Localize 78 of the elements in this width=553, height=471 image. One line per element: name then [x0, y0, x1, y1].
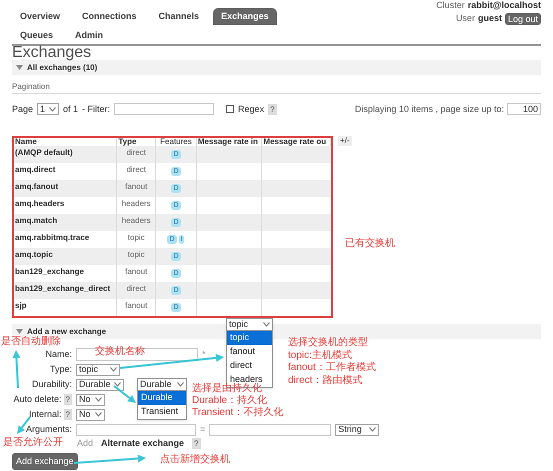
- dropdown-option[interactable]: Durable: [138, 391, 186, 405]
- displaying-text: Displaying 10 items , page size up to:: [354, 104, 504, 114]
- regex-label: Regex: [238, 104, 264, 114]
- field-label: Internal:: [29, 409, 62, 420]
- nav-tab[interactable]: Queues: [12, 27, 62, 44]
- annotation-text: Transient：不持久化: [192, 407, 284, 419]
- page-title: Exchanges: [12, 46, 92, 60]
- caret-icon: [95, 412, 102, 417]
- argument-value-field[interactable]: [209, 424, 332, 436]
- field-label: Arguments:: [26, 424, 72, 435]
- argument-key-field[interactable]: [76, 424, 196, 436]
- dropdown-option[interactable]: Transient: [138, 405, 186, 419]
- filter-label: - Filter:: [82, 104, 110, 114]
- annotation-arrow: [12, 350, 20, 388]
- filter-field[interactable]: [114, 103, 214, 115]
- help-button[interactable]: ?: [64, 394, 72, 405]
- required-mark: *: [202, 349, 206, 360]
- page-size-field[interactable]: 100: [507, 103, 541, 115]
- annotation-text: topic:主机模式: [288, 350, 353, 362]
- annotation-text: 选择是由持久化: [192, 383, 263, 394]
- help-button[interactable]: ?: [64, 409, 72, 420]
- table-cell: sjp: [14, 299, 118, 316]
- annotation-text: 选择交换机的类型: [288, 337, 369, 350]
- page-count: of 1: [63, 104, 78, 114]
- logout-button[interactable]: Log out: [504, 12, 541, 25]
- user-name: guest: [478, 12, 502, 25]
- select-field[interactable]: No: [76, 394, 105, 406]
- annotation-text: 交换机名称: [95, 346, 145, 357]
- annotation-arrow: [113, 385, 136, 403]
- field-label: Durability:: [32, 379, 72, 390]
- caret-icon: [114, 382, 121, 387]
- caret-icon: [110, 367, 117, 372]
- page-label: Page: [12, 104, 34, 114]
- page-select[interactable]: 1: [37, 103, 60, 115]
- cluster-label: Cluster: [436, 0, 465, 10]
- field-label: Type:: [50, 364, 72, 375]
- annotation-text: fanout：工作者模式: [288, 362, 376, 374]
- annotation-text: 已有交换机: [345, 236, 395, 251]
- add-exchange-button[interactable]: Add exchange: [12, 453, 78, 470]
- help-button[interactable]: ?: [192, 438, 200, 449]
- caret-icon: [177, 382, 184, 387]
- nav-tab[interactable]: Admin: [67, 27, 112, 44]
- nav-tab[interactable]: Channels: [150, 8, 208, 25]
- annotation-text: 是否允许公开: [3, 437, 63, 448]
- annotation-text: 点击新增交换机: [160, 454, 230, 465]
- select-field[interactable]: Durable: [76, 378, 124, 390]
- nav-tab[interactable]: Connections: [74, 8, 145, 25]
- annotation-text: Durable：持久化: [192, 395, 268, 406]
- table-cell: fanout: [117, 299, 156, 316]
- caret-icon: [369, 427, 376, 432]
- dropdown-option[interactable]: fanout: [227, 345, 272, 359]
- caret-icon: [95, 397, 102, 402]
- help-button[interactable]: ?: [268, 104, 277, 114]
- section-title: All exchanges (10): [27, 62, 98, 74]
- caret-icon: [49, 106, 56, 112]
- argument-type-select[interactable]: String: [335, 424, 380, 436]
- section-header[interactable]: All exchanges (10): [12, 60, 541, 75]
- select-field[interactable]: topic: [76, 364, 120, 376]
- field-label: Auto delete:: [14, 394, 62, 405]
- collapse-triangle-icon[interactable]: [16, 328, 23, 335]
- annotation-text: 是否自动删除: [1, 336, 61, 347]
- dropdown-option[interactable]: direct: [227, 359, 272, 373]
- caret-icon: [263, 322, 270, 327]
- columns-toggle[interactable]: +/-: [338, 136, 352, 146]
- nav-tab[interactable]: Overview: [12, 8, 68, 25]
- select-field[interactable]: No: [76, 408, 105, 420]
- nav-tab[interactable]: Exchanges: [213, 8, 277, 25]
- equals-sign: =: [200, 424, 206, 435]
- dropdown-option[interactable]: topic: [227, 331, 272, 345]
- cluster-name: rabbit@localhost: [468, 0, 541, 10]
- annotation-text: direct：路由模式: [288, 374, 364, 387]
- collapse-triangle-icon[interactable]: [16, 64, 23, 71]
- section-title: Add a new exchange: [27, 326, 106, 336]
- regex-checkbox[interactable]: [226, 105, 234, 113]
- user-label: User: [456, 12, 475, 25]
- alternate-exchange-label: Alternate exchange: [101, 438, 184, 449]
- pagination-label: Pagination: [12, 82, 50, 91]
- field-label: Name:: [45, 349, 72, 360]
